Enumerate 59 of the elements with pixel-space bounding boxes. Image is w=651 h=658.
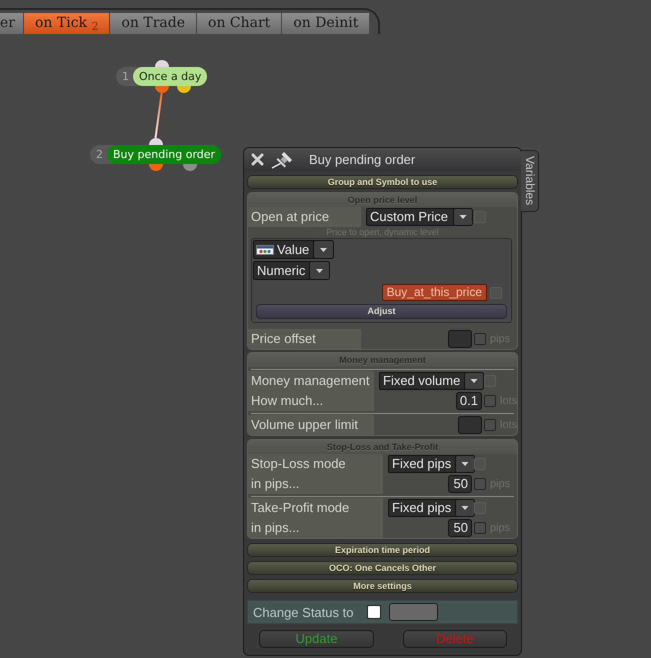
dropdown[interactable]: Value	[253, 240, 334, 259]
caret-icon	[455, 499, 476, 517]
dropdown[interactable]: Numeric	[253, 261, 330, 280]
window-icon	[256, 244, 274, 254]
dropdown[interactable]: Fixed pips	[388, 499, 474, 517]
tab[interactable]: on Chart	[197, 13, 282, 34]
input-port[interactable]	[148, 138, 163, 145]
field-label: Open at price	[248, 207, 361, 227]
field-label: Take-Profit mode	[248, 498, 383, 518]
section-header[interactable]: Expiration time period	[247, 543, 518, 557]
action-button[interactable]: Buy_at_this_price	[382, 284, 487, 301]
field-label: Price offset	[248, 329, 361, 349]
number-field[interactable]	[458, 416, 482, 434]
section-header[interactable]: More settings	[247, 579, 518, 593]
checkbox[interactable]	[367, 605, 382, 619]
input-port[interactable]	[154, 60, 169, 67]
link-line	[154, 93, 164, 138]
output-port[interactable]	[182, 164, 197, 171]
caret-icon	[453, 208, 473, 226]
number-field[interactable]	[448, 330, 472, 348]
output-port[interactable]	[176, 86, 191, 93]
caret-icon	[464, 372, 484, 390]
side-tab[interactable]: Variables	[521, 150, 539, 212]
field-label: Money management	[248, 371, 374, 391]
dropdown[interactable]: Custom Price	[366, 208, 472, 226]
window-title: Buy pending order	[309, 152, 416, 167]
field-label: in pips...	[248, 474, 383, 494]
tab[interactable]: on Trade	[110, 13, 196, 34]
number-field[interactable]: 50	[448, 475, 472, 493]
status-label: Change Status to	[253, 604, 354, 620]
adjust-bar[interactable]: Adjust	[256, 304, 507, 319]
field-label: How much...	[248, 391, 374, 411]
pin-icon[interactable]	[271, 150, 293, 168]
field-label: Stop-Loss mode	[248, 454, 383, 474]
close-icon[interactable]	[251, 153, 264, 166]
node-label[interactable]: Buy pending order	[107, 145, 222, 164]
tab[interactable]: er	[0, 13, 23, 34]
field-label: in pips...	[248, 518, 383, 538]
number-field[interactable]: 50	[448, 519, 472, 537]
dropdown[interactable]: Fixed pips	[388, 455, 474, 473]
caret-icon	[455, 455, 476, 473]
checkbox[interactable]	[484, 419, 496, 431]
field-label: Volume upper limit	[248, 415, 374, 435]
checkbox[interactable]	[484, 395, 496, 407]
checkbox[interactable]	[474, 333, 486, 345]
tab[interactable]: on Tick $_{2}$	[24, 13, 110, 34]
checkbox[interactable]	[474, 522, 486, 534]
number-field[interactable]: 0.1	[456, 392, 482, 410]
caret-icon	[309, 261, 330, 280]
dialog-button[interactable]: Update	[259, 630, 374, 648]
status-field[interactable]	[389, 603, 438, 621]
section-header[interactable]: Group and Symbol to use	[247, 175, 518, 189]
output-port[interactable]	[154, 86, 169, 93]
section-header[interactable]: OCO: One Cancels Other	[247, 561, 518, 575]
checkbox[interactable]	[474, 478, 486, 490]
dropdown[interactable]: Fixed volume	[379, 372, 484, 390]
output-port[interactable]	[148, 164, 163, 171]
tab[interactable]: on Deinit	[282, 13, 370, 34]
node-label[interactable]: Once a day	[133, 67, 208, 86]
